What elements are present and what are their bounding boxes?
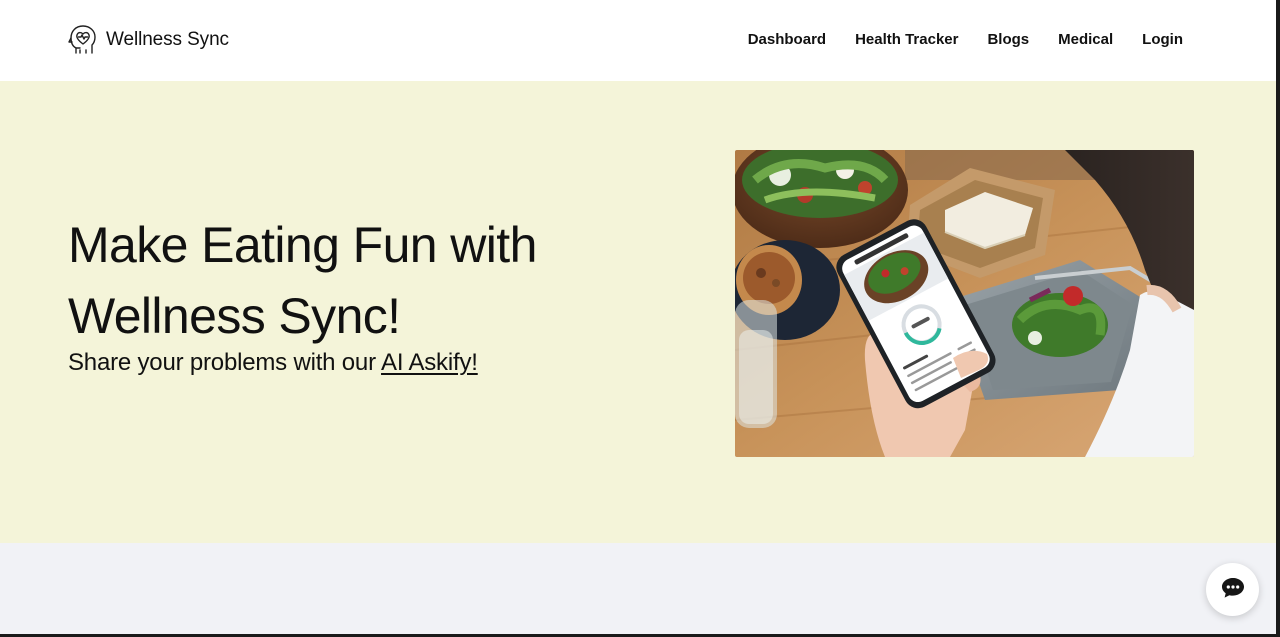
brand-name: Wellness Sync	[106, 29, 229, 50]
nav-health-tracker[interactable]: Health Tracker	[855, 30, 958, 50]
ai-askify-link[interactable]: AI Askify!	[381, 349, 478, 376]
nav-blogs[interactable]: Blogs	[987, 30, 1029, 50]
hero-subtitle: Share your problems with our AI Askify!	[68, 349, 478, 377]
page: Wellness Sync Dashboard Health Tracker B…	[0, 0, 1276, 634]
brand-link[interactable]: Wellness Sync	[68, 23, 229, 57]
head-heart-icon	[68, 24, 98, 56]
hero-title-line-2: Wellness Sync!	[68, 288, 401, 344]
main-nav: Dashboard Health Tracker Blogs Medical L…	[748, 30, 1183, 50]
nav-dashboard[interactable]: Dashboard	[748, 30, 826, 50]
diet-tracker-photo	[735, 150, 1194, 457]
hero-section: Make Eating Fun with Wellness Sync! Shar…	[0, 81, 1276, 543]
chat-button[interactable]	[1206, 563, 1259, 616]
nav-medical[interactable]: Medical	[1058, 30, 1113, 50]
hero-title-line-1: Make Eating Fun with	[68, 217, 537, 273]
chat-bubble-icon	[1221, 577, 1245, 602]
hero-subtitle-text: Share your problems with our	[68, 349, 382, 376]
nav-login[interactable]: Login	[1142, 30, 1183, 50]
hero-title: Make Eating Fun with Wellness Sync!	[68, 210, 537, 352]
lower-section	[0, 543, 1276, 634]
site-header: Wellness Sync Dashboard Health Tracker B…	[0, 0, 1276, 81]
